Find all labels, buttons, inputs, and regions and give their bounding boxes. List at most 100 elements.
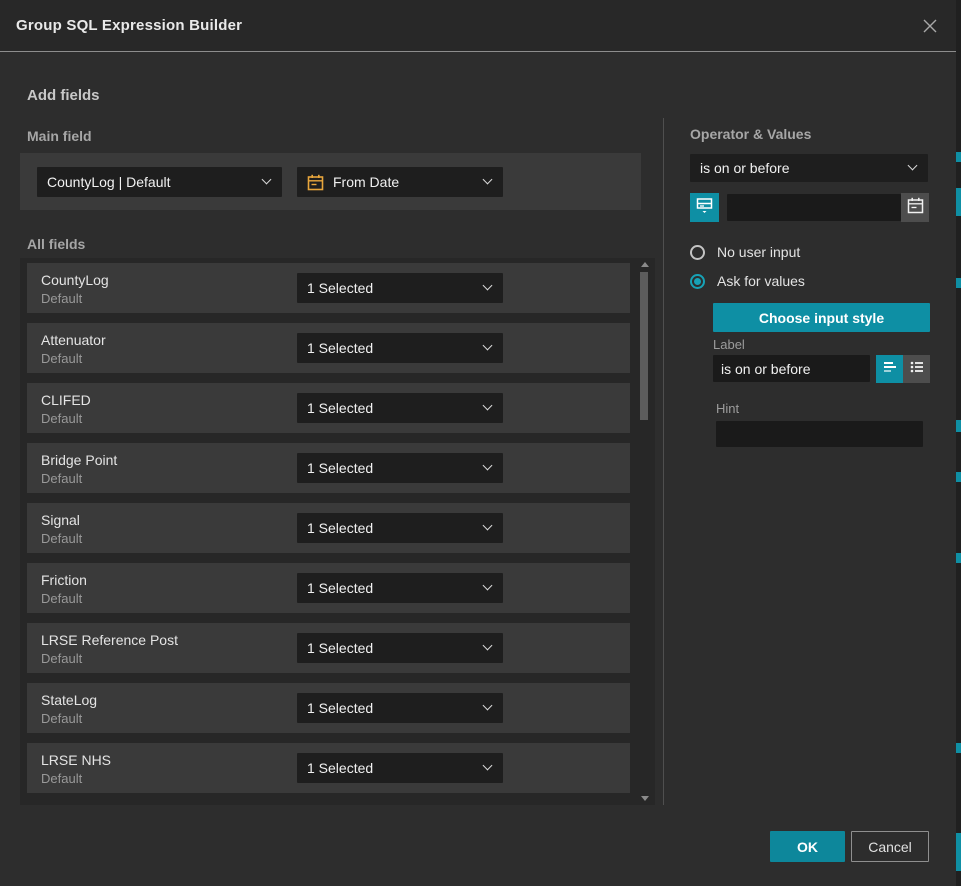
list-value-style-button[interactable] [903, 355, 930, 383]
field-row: CountyLog Default 1 Selected [27, 263, 630, 313]
selection-count: 1 Selected [307, 400, 373, 416]
calendar-icon [907, 197, 924, 219]
layer-dropdown[interactable]: CountyLog | Default [37, 167, 282, 197]
field-subtitle: Default [41, 531, 82, 546]
field-row: Signal Default 1 Selected [27, 503, 630, 553]
add-fields-heading: Add fields [27, 87, 100, 104]
chevron-down-icon [483, 401, 493, 411]
field-selection-dropdown[interactable]: 1 Selected [297, 393, 503, 423]
chevron-down-icon [483, 281, 493, 291]
field-name: CountyLog [41, 272, 109, 288]
field-name: StateLog [41, 692, 97, 708]
align-left-icon [882, 359, 898, 380]
background-app-strip [956, 0, 961, 886]
field-dropdown[interactable]: From Date [297, 167, 503, 197]
field-subtitle: Default [41, 351, 82, 366]
field-subtitle: Default [41, 651, 82, 666]
main-field-box: CountyLog | Default From Date [20, 153, 641, 210]
hint-field-label: Hint [716, 401, 739, 416]
field-selection-dropdown[interactable]: 1 Selected [297, 333, 503, 363]
field-dropdown-value: From Date [333, 174, 399, 190]
field-name: Attenuator [41, 332, 106, 348]
group-sql-expression-builder-dialog: Group SQL Expression Builder Add fields … [0, 0, 956, 886]
main-field-label: Main field [27, 128, 92, 144]
panel-divider [663, 118, 664, 805]
all-fields-label: All fields [27, 236, 85, 252]
hint-input[interactable] [716, 421, 923, 447]
operator-values-heading: Operator & Values [690, 126, 811, 142]
label-input[interactable] [713, 355, 870, 382]
field-row: Bridge Point Default 1 Selected [27, 443, 630, 493]
field-subtitle: Default [41, 591, 82, 606]
scrollbar-thumb[interactable] [640, 272, 648, 420]
chevron-down-icon [483, 761, 493, 771]
chevron-down-icon [908, 161, 918, 171]
operator-dropdown[interactable]: is on or before [690, 154, 928, 182]
field-row: LRSE Reference Post Default 1 Selected [27, 623, 630, 673]
chevron-down-icon [483, 175, 493, 185]
radio-unselected-icon [690, 245, 705, 260]
dialog-titlebar: Group SQL Expression Builder [0, 0, 956, 52]
selection-count: 1 Selected [307, 760, 373, 776]
chevron-down-icon [483, 341, 493, 351]
operator-dropdown-value: is on or before [700, 160, 790, 176]
scroll-up-icon[interactable] [641, 262, 649, 267]
field-row: LRSE NHS Default 1 Selected [27, 743, 630, 793]
field-row: Attenuator Default 1 Selected [27, 323, 630, 373]
dialog-title: Group SQL Expression Builder [16, 17, 242, 34]
chevron-down-icon [483, 521, 493, 531]
scroll-down-icon[interactable] [641, 796, 649, 801]
field-selection-dropdown[interactable]: 1 Selected [297, 513, 503, 543]
field-selection-dropdown[interactable]: 1 Selected [297, 633, 503, 663]
field-subtitle: Default [41, 411, 82, 426]
field-row: StateLog Default 1 Selected [27, 683, 630, 733]
no-user-input-radio[interactable]: No user input [690, 244, 800, 260]
chevron-down-icon [483, 641, 493, 651]
field-selection-dropdown[interactable]: 1 Selected [297, 753, 503, 783]
choose-input-style-button[interactable]: Choose input style [713, 303, 930, 332]
chevron-down-icon [483, 581, 493, 591]
field-subtitle: Default [41, 711, 82, 726]
field-name: LRSE Reference Post [41, 632, 178, 648]
field-selection-dropdown[interactable]: 1 Selected [297, 453, 503, 483]
all-fields-list: CountyLog Default 1 Selected Attenuator … [20, 258, 655, 805]
calendar-icon [307, 174, 324, 191]
layer-dropdown-value: CountyLog | Default [47, 174, 171, 190]
single-value-style-button[interactable] [876, 355, 903, 383]
selection-count: 1 Selected [307, 580, 373, 596]
field-name: Friction [41, 572, 87, 588]
selection-count: 1 Selected [307, 460, 373, 476]
field-name: Bridge Point [41, 452, 117, 468]
field-list-icon [695, 196, 714, 220]
field-subtitle: Default [41, 471, 82, 486]
selection-count: 1 Selected [307, 700, 373, 716]
chevron-down-icon [483, 461, 493, 471]
field-row: Friction Default 1 Selected [27, 563, 630, 613]
selection-count: 1 Selected [307, 520, 373, 536]
no-user-input-label: No user input [717, 244, 800, 260]
selection-count: 1 Selected [307, 340, 373, 356]
field-name: LRSE NHS [41, 752, 111, 768]
field-row: CLIFED Default 1 Selected [27, 383, 630, 433]
field-name: Signal [41, 512, 80, 528]
field-subtitle: Default [41, 291, 82, 306]
chevron-down-icon [262, 175, 272, 185]
label-field-label: Label [713, 337, 745, 352]
field-selection-dropdown[interactable]: 1 Selected [297, 693, 503, 723]
ok-button[interactable]: OK [770, 831, 845, 862]
date-value-input[interactable] [727, 194, 901, 221]
list-scrollbar[interactable] [639, 260, 649, 803]
date-picker-button[interactable] [901, 193, 929, 222]
chevron-down-icon [483, 701, 493, 711]
field-name: CLIFED [41, 392, 91, 408]
ask-for-values-radio[interactable]: Ask for values [690, 273, 805, 289]
ask-for-values-label: Ask for values [717, 273, 805, 289]
field-selection-dropdown[interactable]: 1 Selected [297, 573, 503, 603]
field-subtitle: Default [41, 771, 82, 786]
selection-count: 1 Selected [307, 280, 373, 296]
value-source-toggle-button[interactable] [690, 193, 719, 222]
field-selection-dropdown[interactable]: 1 Selected [297, 273, 503, 303]
selection-count: 1 Selected [307, 640, 373, 656]
close-icon[interactable] [918, 14, 942, 38]
cancel-button[interactable]: Cancel [851, 831, 929, 862]
